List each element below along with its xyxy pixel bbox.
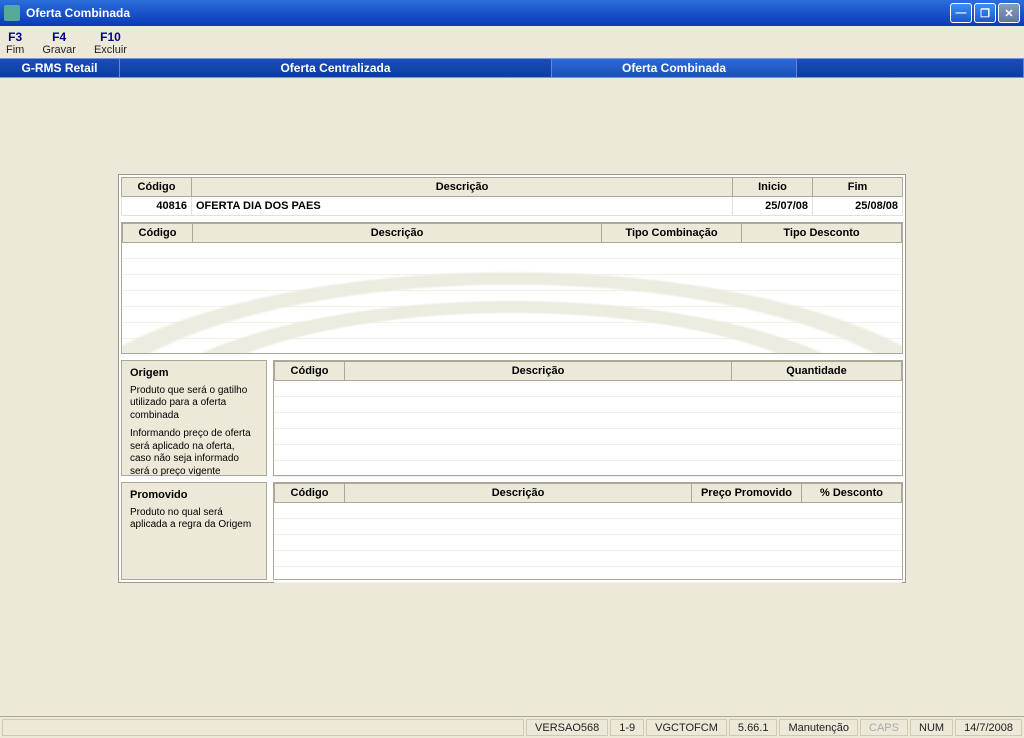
oferta-header-grid: Código Descrição Inicio Fim 40816 OFERTA… <box>121 177 903 216</box>
col-desconto: % Desconto <box>802 484 902 503</box>
col-inicio: Inicio <box>733 178 813 197</box>
col-descricao: Descrição <box>345 484 692 503</box>
oferta-row[interactable]: 40816 OFERTA DIA DOS PAES 25/07/08 25/08… <box>122 197 903 216</box>
status-mode: Manutenção <box>779 719 858 736</box>
breadcrumb-bar: G-RMS Retail Oferta Centralizada Oferta … <box>0 58 1024 78</box>
app-icon <box>4 5 20 21</box>
main-panel: Código Descrição Inicio Fim 40816 OFERTA… <box>118 174 906 583</box>
col-tipo-combinacao: Tipo Combinação <box>602 224 742 243</box>
app-name-cell: G-RMS Retail <box>0 59 120 77</box>
fkey-label: F3 <box>6 30 24 44</box>
status-vernum: 5.66.1 <box>729 719 778 736</box>
fkey-f3-fim[interactable]: F3 Fim <box>6 30 24 56</box>
status-message-area <box>2 719 524 736</box>
status-version: VERSAO568 <box>526 719 608 736</box>
fkey-f10-excluir[interactable]: F10 Excluir <box>94 30 127 56</box>
cell-inicio: 25/07/08 <box>733 197 813 216</box>
titlebar: Oferta Combinada — ❐ ✕ <box>0 0 1024 26</box>
main-content: Código Descrição Inicio Fim 40816 OFERTA… <box>0 78 1024 583</box>
col-preco-promovido: Preço Promovido <box>692 484 802 503</box>
function-key-toolbar: F3 Fim F4 Gravar F10 Excluir <box>0 26 1024 58</box>
promovido-grid-rows[interactable] <box>274 503 902 583</box>
fkey-caption: Gravar <box>42 44 76 56</box>
breadcrumb-filler <box>797 59 1024 77</box>
origem-heading: Origem <box>130 367 258 381</box>
col-codigo: Código <box>275 362 345 381</box>
window-title: Oferta Combinada <box>26 6 948 20</box>
col-fim: Fim <box>813 178 903 197</box>
status-module: VGCTOFCM <box>646 719 727 736</box>
origem-infobox: Origem Produto que será o gatilho utiliz… <box>121 360 267 476</box>
promovido-grid[interactable]: Código Descrição Preço Promovido % Desco… <box>273 482 903 580</box>
promovido-infobox: Promovido Produto no qual será aplicada … <box>121 482 267 580</box>
origem-text2: Informando preço de oferta será aplicado… <box>130 428 258 478</box>
combo-grid[interactable]: Código Descrição Tipo Combinação Tipo De… <box>121 222 903 354</box>
promovido-text: Produto no qual será aplicada a regra da… <box>130 507 258 532</box>
origem-grid-rows[interactable] <box>274 381 902 477</box>
fkey-label: F4 <box>42 30 76 44</box>
status-range: 1-9 <box>610 719 644 736</box>
promovido-heading: Promovido <box>130 489 258 503</box>
status-num: NUM <box>910 719 953 736</box>
cell-descricao: OFERTA DIA DOS PAES <box>192 197 733 216</box>
fkey-caption: Fim <box>6 44 24 56</box>
col-tipo-desconto: Tipo Desconto <box>742 224 902 243</box>
close-button[interactable]: ✕ <box>998 3 1020 23</box>
fkey-caption: Excluir <box>94 44 127 56</box>
col-codigo: Código <box>275 484 345 503</box>
col-descricao: Descrição <box>345 362 732 381</box>
breadcrumb-parent[interactable]: Oferta Centralizada <box>120 59 552 77</box>
col-codigo: Código <box>122 178 192 197</box>
fkey-label: F10 <box>94 30 127 44</box>
origem-text1: Produto que será o gatilho utilizado par… <box>130 385 258 423</box>
origem-grid[interactable]: Código Descrição Quantidade <box>273 360 903 476</box>
cell-fim: 25/08/08 <box>813 197 903 216</box>
col-quantidade: Quantidade <box>732 362 902 381</box>
status-caps: CAPS <box>860 719 908 736</box>
status-bar: VERSAO568 1-9 VGCTOFCM 5.66.1 Manutenção… <box>0 716 1024 738</box>
combo-grid-rows[interactable] <box>122 243 902 353</box>
breadcrumb-current[interactable]: Oferta Combinada <box>552 59 797 77</box>
col-descricao: Descrição <box>192 178 733 197</box>
cell-codigo: 40816 <box>122 197 192 216</box>
col-descricao: Descrição <box>193 224 602 243</box>
status-date: 14/7/2008 <box>955 719 1022 736</box>
fkey-f4-gravar[interactable]: F4 Gravar <box>42 30 76 56</box>
col-codigo: Código <box>123 224 193 243</box>
minimize-button[interactable]: — <box>950 3 972 23</box>
maximize-button[interactable]: ❐ <box>974 3 996 23</box>
